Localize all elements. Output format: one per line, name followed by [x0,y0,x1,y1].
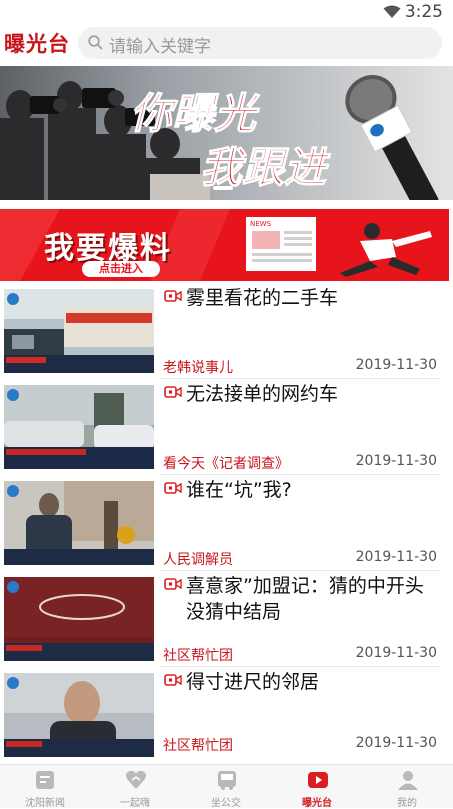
report-promo-banner[interactable]: NEWS 我要爆料 点击进入 [0,209,449,281]
news-title[interactable]: 无法接单的网约车 [186,381,444,407]
news-source: 看今天《记者调查》 [163,456,289,472]
tab-bus[interactable]: 坐公交 [181,765,271,809]
news-title[interactable]: 雾里看花的二手车 [186,285,444,311]
video-icon [164,290,182,302]
banner-image: 你曝光 我跟进 [0,66,453,200]
video-icon [164,578,182,590]
video-icon [164,482,182,494]
banner-line2: 我跟进 [200,143,331,192]
app-header: 曝光台 请输入关键字 [0,24,453,62]
news-title[interactable]: 谁在“坑”我? [186,477,444,503]
status-time: 3:25 [404,2,443,22]
news-date: 2019-11-30 [355,645,437,661]
news-date: 2019-11-30 [355,735,437,751]
news-thumbnail [4,385,154,469]
news-source: 老韩说事儿 [163,360,233,376]
news-title[interactable]: 喜意家”加盟记：猜的中开头 没猜中结局 [186,573,444,625]
list-item[interactable]: 无法接单的网约车 看今天《记者调查》 2019-11-30 [0,379,453,475]
bottom-tab-bar: 沈阳新闻 一起嗨 坐公交 曝光台 我的 [0,764,453,809]
news-thumbnail [4,577,154,661]
news-icon [36,771,54,789]
news-source: 社区帮忙团 [163,738,233,754]
running-person-icon [340,223,432,277]
list-item[interactable]: 得寸进尺的邻居 社区帮忙团 2019-11-30 [0,667,453,763]
news-title[interactable]: 得寸进尺的邻居 [186,669,444,695]
news-source: 社区帮忙团 [163,648,233,664]
news-thumbnail [4,673,154,757]
news-date: 2019-11-30 [355,549,437,565]
bus-icon [218,771,236,790]
promo-enter-button[interactable]: 点击进入 [82,261,160,277]
search-icon [88,35,103,50]
video-icon [164,386,182,398]
list-item[interactable]: 谁在“坑”我? 人民调解员 2019-11-30 [0,475,453,571]
user-icon [398,771,418,790]
news-source: 人民调解员 [163,552,233,568]
list-item[interactable]: 喜意家”加盟记：猜的中开头 没猜中结局 社区帮忙团 2019-11-30 [0,571,453,667]
wifi-icon [383,5,401,18]
video-icon [164,674,182,686]
news-thumbnail [4,289,154,373]
list-item[interactable]: 雾里看花的二手车 老韩说事儿 2019-11-30 [0,283,453,379]
tab-shenyang-news[interactable]: 沈阳新闻 [0,765,90,809]
play-icon [308,772,328,788]
carousel-indicator[interactable] [213,186,233,190]
news-date: 2019-11-30 [355,357,437,373]
tab-mine[interactable]: 我的 [362,765,452,809]
newspaper-icon: NEWS [246,217,316,271]
heart-icon [126,770,146,789]
svg-text:NEWS: NEWS [250,220,272,228]
tab-together[interactable]: 一起嗨 [90,765,180,809]
banner-carousel[interactable]: 你曝光 我跟进 [0,66,453,200]
search-placeholder: 请输入关键字 [109,37,211,57]
search-input[interactable]: 请输入关键字 [78,27,442,59]
news-date: 2019-11-30 [355,453,437,469]
banner-line1: 你曝光 [130,89,260,138]
page-title: 曝光台 [4,32,70,56]
tab-exposure[interactable]: 曝光台 [272,765,362,809]
news-thumbnail [4,481,154,565]
status-bar: 3:25 [0,0,453,24]
